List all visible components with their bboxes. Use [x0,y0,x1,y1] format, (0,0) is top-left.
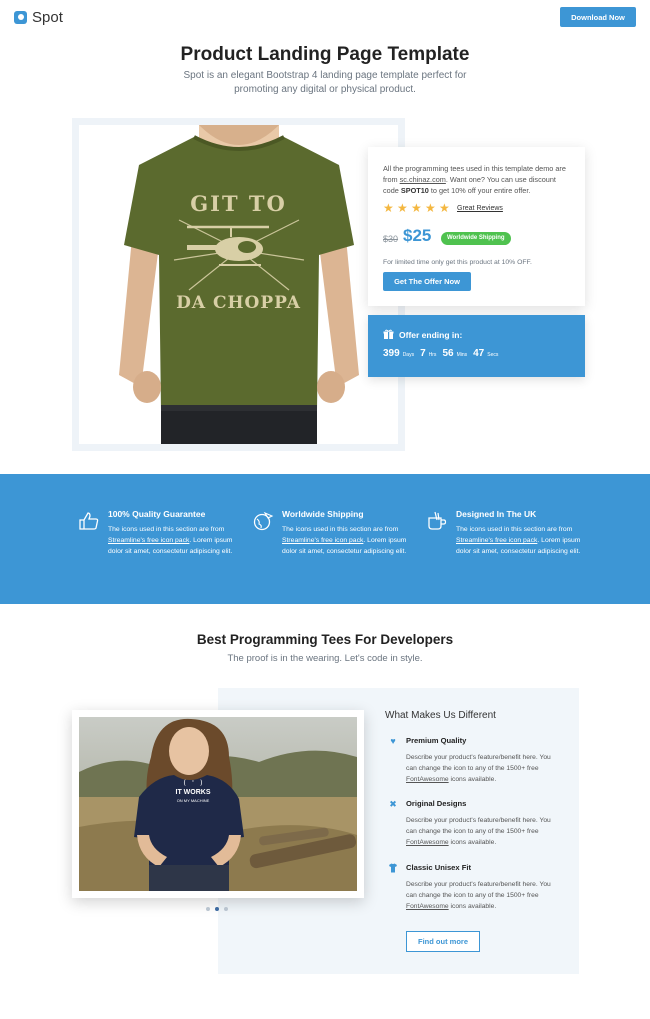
carousel-dot-active[interactable] [215,907,219,911]
source-link[interactable]: sc.chinaz.com [400,175,446,184]
tshirt-photo-illustration [119,125,359,444]
logo-icon [14,11,27,24]
countdown-panel: Offer ending in: 399 Days 7 Hrs 56 Mins … [368,315,585,377]
heart-icon: ♥ [390,736,396,746]
fontawesome-link[interactable]: FontAwesome [406,903,449,910]
star-icon: ★ [383,201,394,215]
shirt-print-top: GIT TO [190,191,287,216]
fontawesome-link[interactable]: FontAwesome [406,839,449,846]
photo-shirt-subtext: ON MY MACHINE [176,798,210,803]
old-price: $30 [383,234,399,244]
shipping-badge: Worldwide Shipping [441,232,511,245]
star-icon: ★ [439,201,450,215]
carousel-dot[interactable] [206,907,210,911]
reviews-link[interactable]: Great Reviews [457,205,503,212]
globe-plane-icon [253,511,274,531]
get-offer-button[interactable]: Get The Offer Now [383,272,471,291]
model-photo-illustration [79,717,357,891]
carousel-dot[interactable] [224,907,228,911]
photo-shirt-emoticon: ( ' ) [182,779,204,787]
shirt-print-bottom: DA CHOPPA [176,293,301,313]
section-subtitle: The proof is in the wearing. Let's code … [227,653,423,664]
star-icon: ★ [425,201,436,215]
product-image: GIT TO DA CHOPPA [79,125,398,444]
streamline-link[interactable]: Streamline's free icon pack [282,537,363,544]
countdown-title: Offer ending in: [383,329,462,340]
countdown-minutes: 56 [442,348,454,359]
discount-code: SPOT10 [400,186,429,195]
gift-icon [383,329,394,340]
download-button[interactable]: Download Now [560,7,636,27]
countdown-timer: 399 Days 7 Hrs 56 Mins 47 Secs [383,348,499,359]
brand-name: Spot [32,9,63,26]
offer-card: All the programming tees used in this te… [368,147,585,306]
carousel-photo: ( ' ) IT WORKS ON MY MACHINE [79,717,357,891]
carousel-indicators [206,907,228,911]
countdown-days: 399 [383,348,400,359]
limited-offer-text: For limited time only get this product a… [383,259,532,266]
crossed-tools-icon: ✖ [389,799,397,809]
offer-description: All the programming tees used in this te… [383,164,566,195]
new-price: $25 [403,226,432,245]
star-icon: ★ [397,201,408,215]
streamline-link[interactable]: Streamline's free icon pack [108,537,189,544]
countdown-hours: 7 [420,348,426,359]
fontawesome-link[interactable]: FontAwesome [406,776,449,783]
carousel-card[interactable]: ( ' ) IT WORKS ON MY MACHINE [72,710,364,898]
features-band: 100% Quality Guarantee The icons used in… [0,474,650,604]
section-title: Best Programming Tees For Developers [196,632,454,647]
brand-logo[interactable]: Spot [14,9,63,26]
tea-cup-icon [428,511,447,530]
tshirt-icon [388,863,398,873]
thumbs-up-icon [79,512,99,530]
star-icon: ★ [411,201,422,215]
page-title: Product Landing Page Template [180,44,470,65]
streamline-link[interactable]: Streamline's free icon pack [456,537,537,544]
countdown-seconds: 47 [473,348,485,359]
differences-title: What Makes Us Different [385,710,496,721]
page-subtitle: Spot is an elegant Bootstrap 4 landing p… [183,70,467,95]
find-out-more-button[interactable]: Find out more [406,931,480,952]
star-rating: ★ ★ ★ ★ ★ [383,201,450,215]
photo-shirt-text: IT WORKS [175,789,211,796]
